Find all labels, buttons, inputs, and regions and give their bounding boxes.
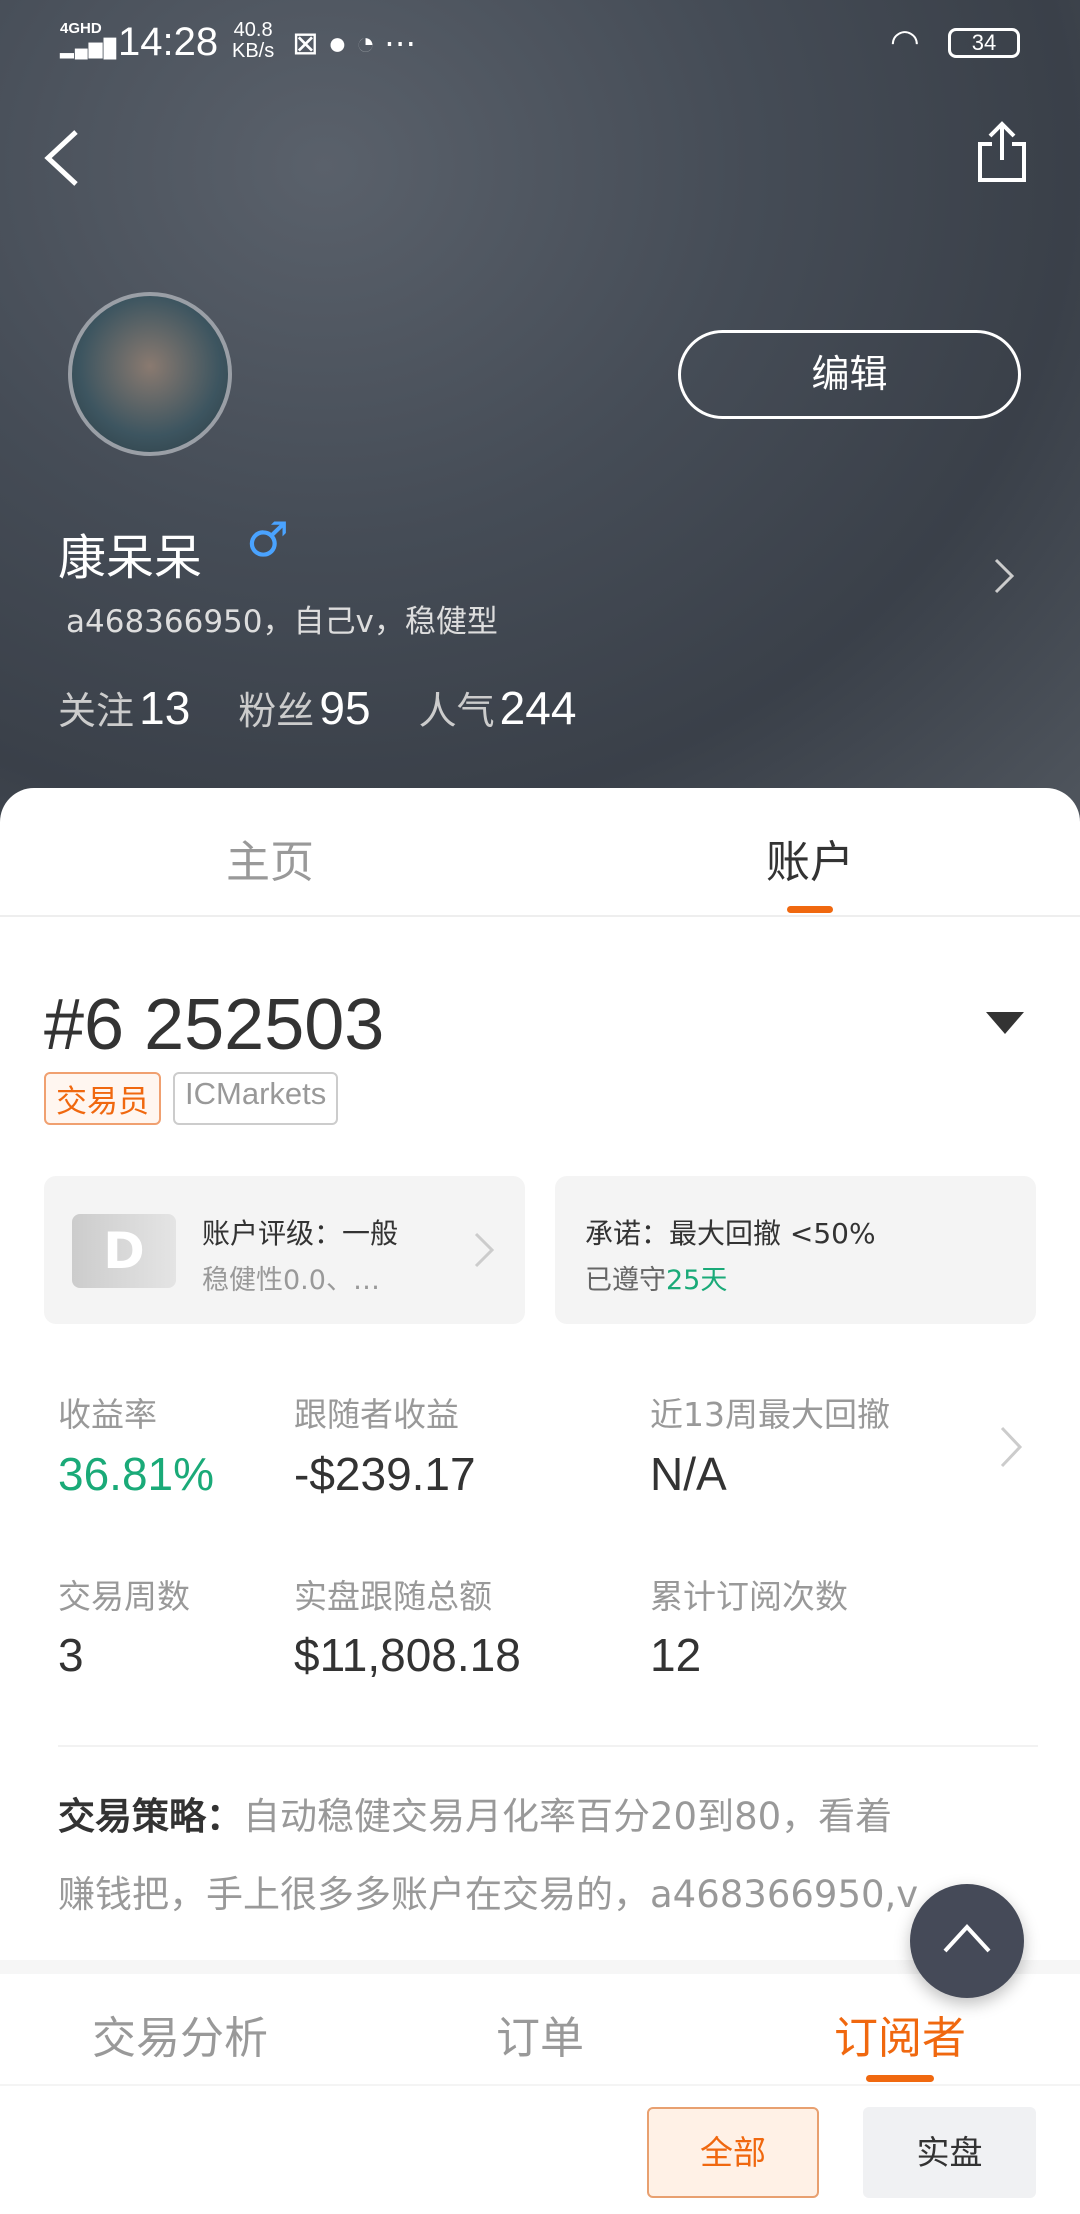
- account-number: #6 252503: [44, 985, 385, 1065]
- metric-label: 交易周数: [58, 1577, 190, 1616]
- promise-title: 承诺：最大回撤 <50%: [585, 1217, 876, 1250]
- network-speed: 40.8 KB/s: [232, 19, 275, 62]
- gender-male-icon: ♂: [246, 512, 290, 568]
- metric-drawdown: N/A: [650, 1448, 727, 1500]
- metric-follower-profit: -$239.17: [294, 1448, 476, 1500]
- divider: [0, 915, 1080, 917]
- chevron-right-icon[interactable]: [992, 556, 1016, 596]
- metric-label: 近13周最大回撤: [650, 1395, 890, 1434]
- tab-indicator: [787, 906, 833, 913]
- strategy-line-1: 交易策略：自动稳健交易月化率百分20到80，看着: [58, 1795, 893, 1838]
- rating-sub: 稳健性0.0、…: [202, 1265, 380, 1296]
- filter-live-button[interactable]: 实盘: [863, 2107, 1036, 2198]
- profile-name: 康呆呆: [58, 530, 203, 586]
- tab-home[interactable]: 主页: [226, 826, 314, 890]
- tab-trade-analysis[interactable]: 交易分析: [92, 2002, 268, 2066]
- divider: [58, 1745, 1038, 1747]
- metric-return: 36.81%: [58, 1448, 215, 1500]
- metric-subscriptions: 12: [650, 1629, 702, 1681]
- profile-stats: 关注 13 粉丝 95 人气 244: [58, 680, 576, 735]
- metric-label: 收益率: [58, 1395, 157, 1434]
- network-indicator: 4GHD: [60, 20, 102, 37]
- metric-label: 实盘跟随总额: [294, 1577, 492, 1616]
- back-icon[interactable]: [40, 128, 84, 188]
- profile-bio: a468366950，自己v，稳健型: [66, 604, 498, 640]
- metric-label: 跟随者收益: [294, 1395, 459, 1434]
- share-icon[interactable]: [976, 120, 1028, 184]
- trader-badge: 交易员: [44, 1072, 161, 1125]
- strategy-line-2: 赚钱把，手上很多多账户在交易的，a468366950,v: [58, 1873, 919, 1916]
- battery-icon: 34: [948, 28, 1020, 58]
- promise-sub: 已遵守25天: [585, 1265, 728, 1296]
- metric-follow-total: $11,808.18: [294, 1629, 521, 1681]
- metric-label: 累计订阅次数: [650, 1577, 848, 1616]
- promise-card: 承诺：最大回撤 <50% 已遵守25天: [555, 1176, 1036, 1324]
- rating-title: 账户评级：一般: [202, 1217, 399, 1250]
- stat-fans[interactable]: 粉丝 95: [238, 680, 370, 735]
- filter-all-button[interactable]: 全部: [647, 2107, 819, 2198]
- grade-badge: D: [72, 1214, 176, 1288]
- chevron-right-icon: [474, 1232, 495, 1268]
- metric-weeks: 3: [58, 1629, 84, 1681]
- stat-popularity: 人气 244: [418, 682, 577, 734]
- stat-following[interactable]: 关注 13: [58, 680, 190, 735]
- scroll-top-button[interactable]: [910, 1884, 1024, 1998]
- tab-orders[interactable]: 订单: [496, 2002, 584, 2066]
- signal-icon: ▂▄▆█: [60, 38, 118, 58]
- divider: [0, 2084, 1080, 2086]
- broker-badge: ICMarkets: [173, 1072, 339, 1125]
- tab-indicator: [866, 2075, 934, 2082]
- tab-subscribers[interactable]: 订阅者: [834, 2002, 966, 2066]
- avatar[interactable]: [68, 292, 232, 456]
- tab-account[interactable]: 账户: [766, 826, 854, 890]
- notification-icons: ⊠ ● ◔ ⋯: [292, 25, 417, 61]
- dropdown-icon[interactable]: [986, 1012, 1024, 1036]
- chevron-right-icon[interactable]: [998, 1424, 1024, 1470]
- account-badges: 交易员 ICMarkets: [44, 1072, 339, 1125]
- status-time: 14:28: [118, 20, 219, 64]
- rating-card[interactable]: D 账户评级：一般 稳健性0.0、…: [44, 1176, 525, 1324]
- chevron-up-icon: [943, 1924, 991, 1953]
- edit-button[interactable]: 编辑: [678, 330, 1021, 419]
- wifi-icon: ◠: [890, 23, 920, 61]
